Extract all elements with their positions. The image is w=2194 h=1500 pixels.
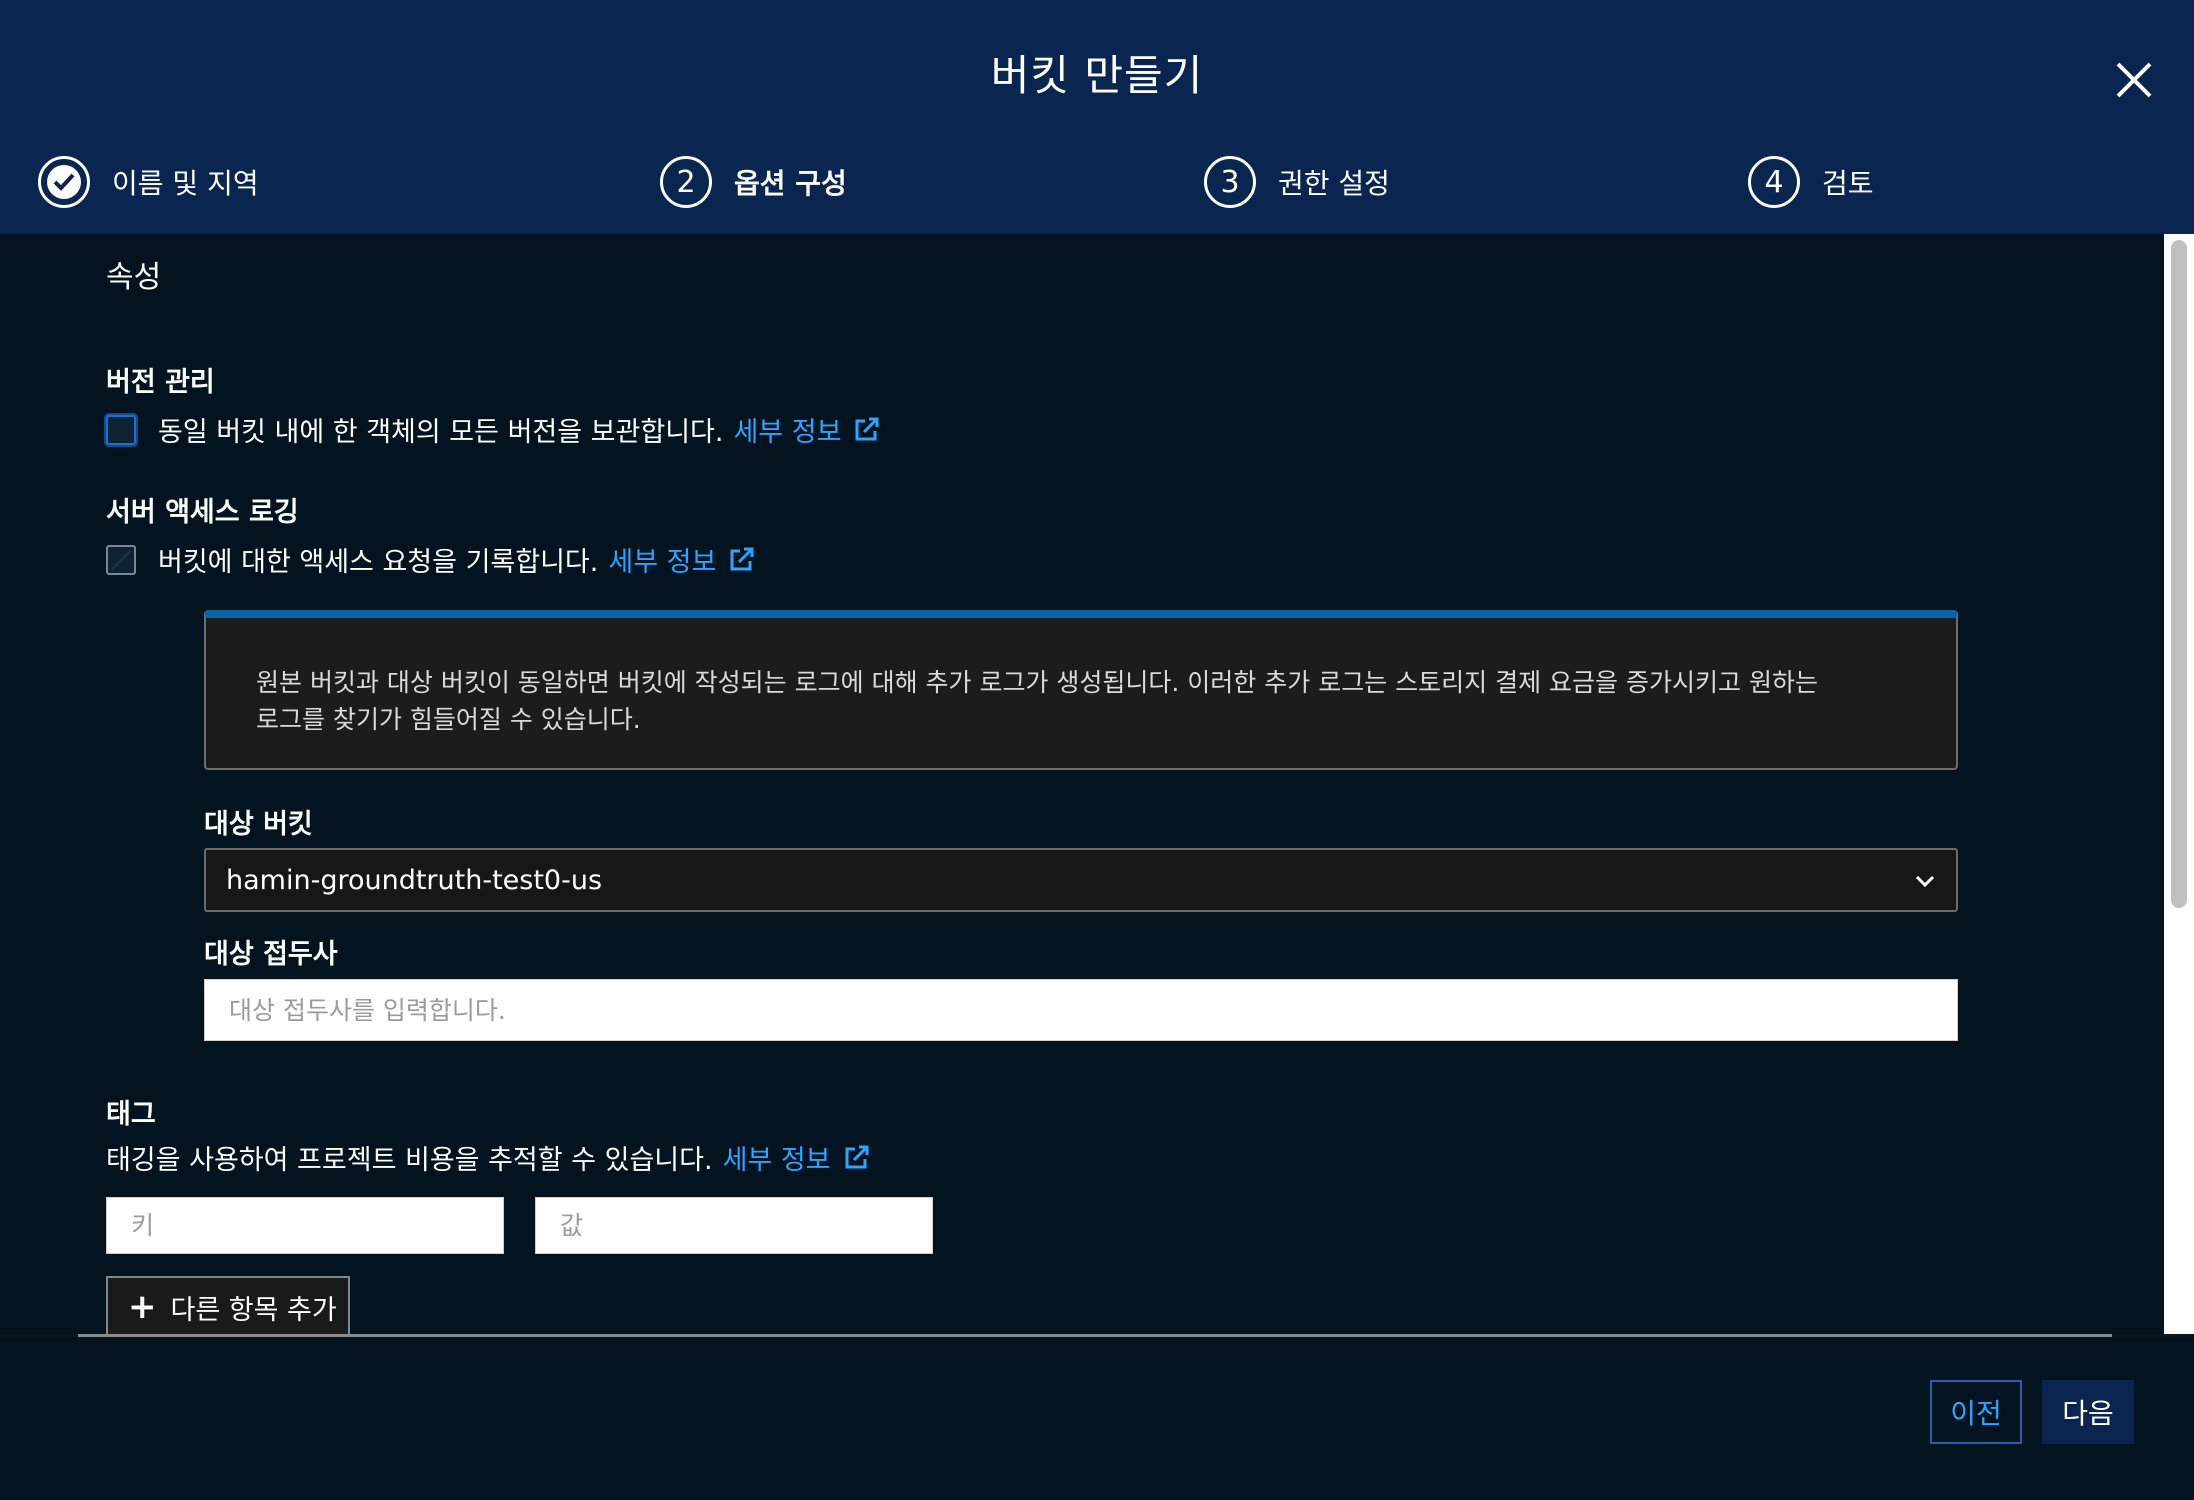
step-number: 3 <box>1204 156 1256 208</box>
logging-checkbox-label: 버킷에 대한 액세스 요청을 기록합니다. <box>158 547 599 578</box>
section-title: 속성 <box>106 260 162 295</box>
tags-heading: 태그 <box>106 1099 156 1130</box>
target-bucket-label: 대상 버킷 <box>204 809 313 840</box>
versioning-checkbox[interactable] <box>106 414 136 445</box>
info-text-line: 로그를 찾기가 힘들어질 수 있습니다. <box>256 705 641 734</box>
versioning-checkbox-label: 동일 버킷 내에 한 객체의 모든 버전을 보관합니다. <box>158 417 724 448</box>
add-tag-label: 다른 항목 추가 <box>170 1294 337 1326</box>
logging-details-link[interactable]: 세부 정보 <box>608 540 716 579</box>
logging-info-box: 원본 버킷과 대상 버킷이 동일하면 버킷에 작성되는 로그에 대해 추가 로그… <box>204 610 1958 770</box>
previous-button[interactable]: 이전 <box>1930 1380 2022 1444</box>
target-bucket-value: hamin-groundtruth-test0-us <box>226 864 603 896</box>
step-permissions[interactable]: 3 권한 설정 <box>1204 154 1390 210</box>
logging-heading: 서버 액세스 로깅 <box>106 497 299 528</box>
info-text-line: 원본 버킷과 대상 버킷이 동일하면 버킷에 작성되는 로그에 대해 추가 로그… <box>256 668 1818 697</box>
next-button[interactable]: 다음 <box>2042 1380 2134 1444</box>
step-label: 권한 설정 <box>1278 167 1390 200</box>
target-prefix-label: 대상 접두사 <box>204 939 338 970</box>
modal-footer <box>0 1337 2194 1500</box>
step-name-region[interactable]: 이름 및 지역 <box>38 154 259 210</box>
target-prefix-input[interactable] <box>204 979 1958 1041</box>
close-icon[interactable] <box>2104 50 2164 110</box>
scrollbar-thumb[interactable] <box>2171 240 2187 908</box>
tag-value-input[interactable] <box>535 1197 933 1254</box>
external-link-icon[interactable] <box>851 415 881 445</box>
step-number: 4 <box>1748 156 1800 208</box>
check-icon <box>38 156 90 208</box>
external-link-icon[interactable] <box>841 1143 871 1173</box>
step-label: 검토 <box>1822 167 1874 200</box>
step-number: 2 <box>660 156 712 208</box>
tags-details-link[interactable]: 세부 정보 <box>723 1138 831 1177</box>
step-configure-options[interactable]: 2 옵션 구성 <box>660 154 847 210</box>
versioning-row: 동일 버킷 내에 한 객체의 모든 버전을 보관합니다. 세부 정보 <box>106 410 881 449</box>
tags-description: 태깅을 사용하여 프로젝트 비용을 추적할 수 있습니다. <box>106 1145 713 1176</box>
step-review[interactable]: 4 검토 <box>1748 154 1874 210</box>
step-label: 이름 및 지역 <box>112 167 259 200</box>
versioning-heading: 버전 관리 <box>106 367 215 398</box>
plus-icon: + <box>128 1287 157 1327</box>
logging-row: 버킷에 대한 액세스 요청을 기록합니다. 세부 정보 <box>106 540 756 579</box>
external-link-icon[interactable] <box>726 545 756 575</box>
step-label: 옵션 구성 <box>734 167 847 200</box>
chevron-down-icon <box>1912 868 1938 894</box>
add-tag-button[interactable]: + 다른 항목 추가 <box>106 1276 350 1336</box>
modal-header: 버킷 만들기 이름 및 지역 2 옵션 구성 3 권한 설정 4 검토 <box>0 0 2194 234</box>
tags-description-row: 태깅을 사용하여 프로젝트 비용을 추적할 수 있습니다. 세부 정보 <box>106 1138 871 1177</box>
logging-checkbox[interactable] <box>106 544 136 575</box>
versioning-details-link[interactable]: 세부 정보 <box>733 410 841 449</box>
target-bucket-select[interactable]: hamin-groundtruth-test0-us <box>204 848 1958 912</box>
tag-key-input[interactable] <box>106 1197 504 1254</box>
modal-title: 버킷 만들기 <box>990 51 1204 100</box>
